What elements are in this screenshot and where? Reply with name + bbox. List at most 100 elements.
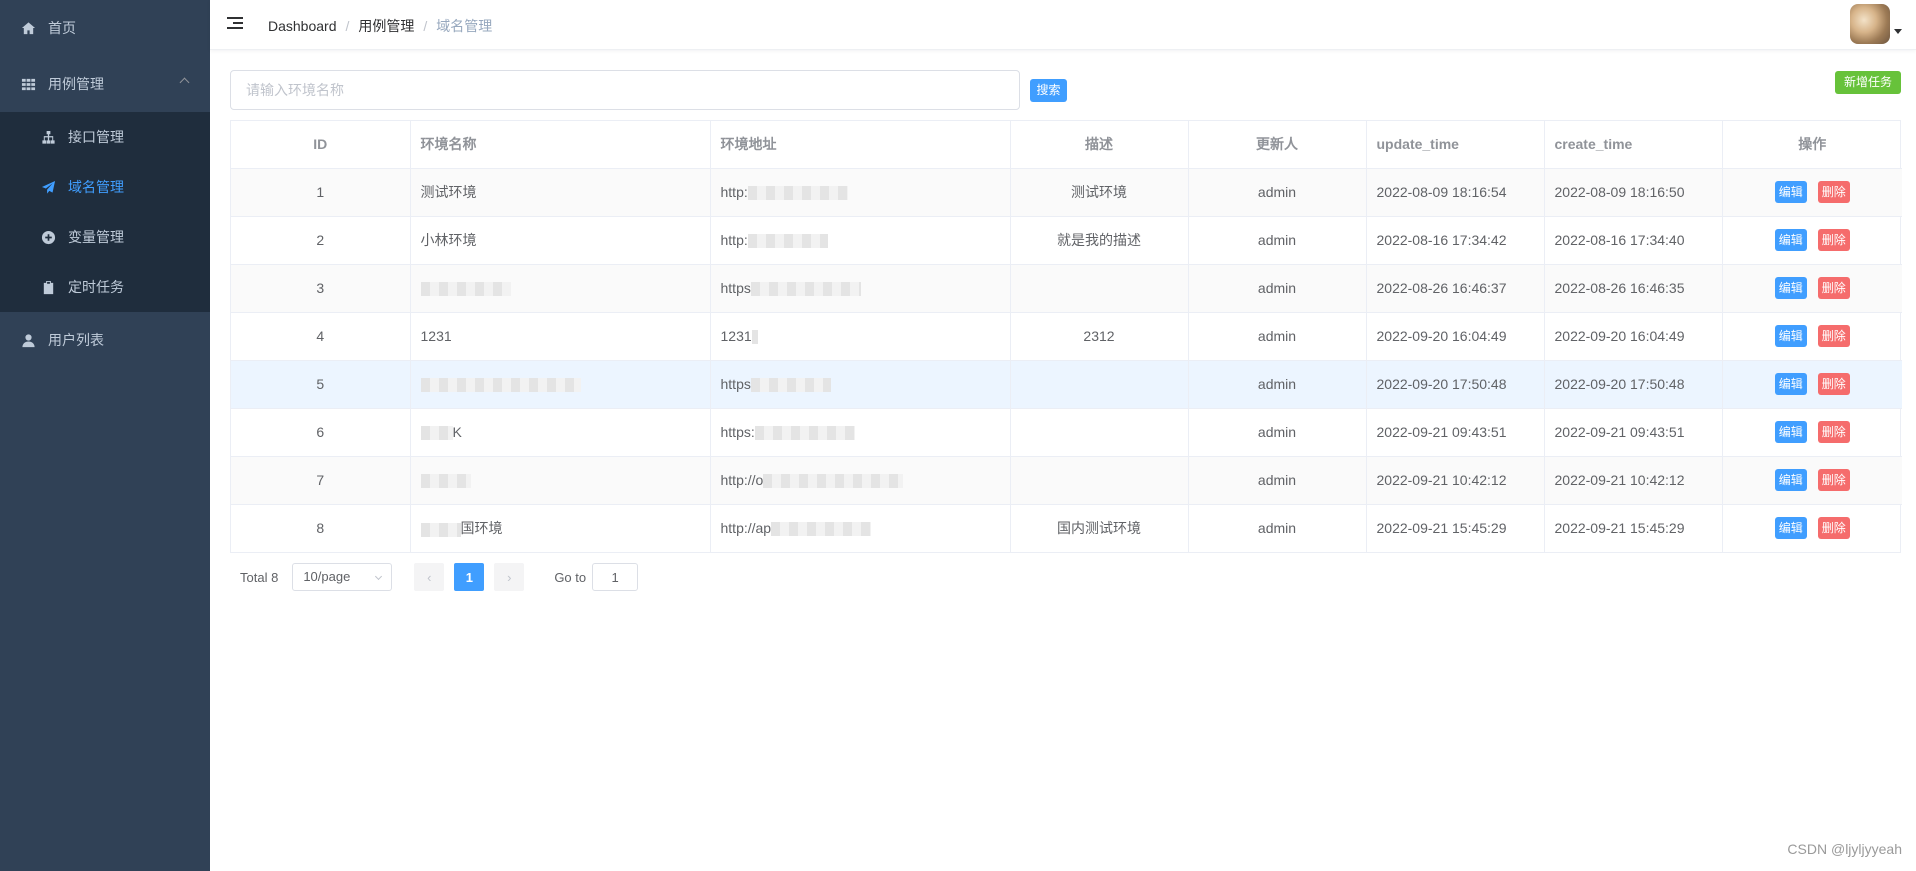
breadcrumb-case-mgmt[interactable]: 用例管理: [358, 16, 414, 36]
pagination-total: Total 8: [240, 569, 279, 585]
edit-button[interactable]: 编辑: [1774, 229, 1807, 251]
sidebar-item-domain-mgmt[interactable]: 域名管理: [0, 162, 210, 212]
cell-desc: 2312: [1010, 312, 1189, 361]
cell-env-url-text: https: [720, 375, 751, 392]
breadcrumb-separator: /: [423, 18, 428, 34]
chevron-up-icon: [179, 77, 190, 88]
column-header-update-time[interactable]: update_time: [1366, 121, 1545, 169]
cell-create-time: 2022-09-21 09:43:51: [1544, 408, 1723, 457]
watermark: CSDN @ljyljyyeah: [1787, 841, 1902, 857]
table-row[interactable]: 7 http://o admin 2022-09-21 10:42:12 2022-09…: [231, 456, 1902, 505]
edit-button[interactable]: 编辑: [1774, 277, 1807, 299]
cell-create-time: 2022-09-20 16:04:49: [1544, 312, 1723, 361]
goto-page-input[interactable]: [592, 563, 639, 591]
prev-page-button[interactable]: ‹: [414, 563, 445, 591]
page-size-select[interactable]: 10/page: [292, 563, 393, 591]
cell-id: 4: [231, 312, 411, 361]
menu-fold-icon[interactable]: [227, 16, 245, 32]
redacted-text: [750, 282, 861, 297]
redacted-text: [420, 426, 453, 441]
cell-env-url: http://ap: [710, 504, 1011, 552]
edit-button[interactable]: 编辑: [1774, 469, 1807, 491]
cell-env-name-text: 国环境: [460, 520, 503, 537]
table-row[interactable]: 1 测试环境 http: 测试环境 admin 2022-08-09 18:16:54 20…: [231, 168, 1902, 217]
breadcrumb: Dashboard / 用例管理 / 域名管理: [268, 16, 492, 36]
sidebar-item-variable-mgmt[interactable]: 变量管理: [0, 212, 210, 262]
cell-id: 7: [231, 456, 411, 505]
cell-create-time: 2022-09-21 15:45:29: [1544, 504, 1723, 552]
new-task-button[interactable]: 新增任务: [1835, 71, 1901, 94]
sidebar-item-api-mgmt[interactable]: 接口管理: [0, 112, 210, 162]
table-row[interactable]: 5 https admin 2022-09-20 17:50:48 2022-09-20…: [231, 360, 1902, 409]
cell-env-url-text: 1231: [720, 327, 752, 344]
edit-button[interactable]: 编辑: [1774, 181, 1807, 203]
home-icon: [20, 20, 36, 36]
edit-button[interactable]: 编辑: [1774, 373, 1807, 395]
table-row[interactable]: 4 1231 1231 2312 admin 2022-09-20 16:04:49 202…: [231, 312, 1902, 361]
delete-button[interactable]: 删除: [1817, 325, 1850, 347]
table-row[interactable]: 2 小林环境 http: 就是我的描述 admin 2022-08-16 17:34:42…: [231, 216, 1902, 265]
cell-desc: [1010, 264, 1189, 313]
edit-button[interactable]: 编辑: [1774, 517, 1807, 540]
delete-button[interactable]: 删除: [1817, 469, 1850, 491]
cell-env-url: http:: [710, 216, 1011, 265]
search-input[interactable]: [230, 70, 1020, 110]
sidebar-item-user-list[interactable]: 用户列表: [0, 312, 210, 368]
delete-button[interactable]: 删除: [1817, 373, 1850, 395]
edit-button[interactable]: 编辑: [1774, 421, 1807, 443]
table-row[interactable]: 6 Khttps: admin 2022-09-21 09:43:51 2022-09-…: [231, 408, 1902, 457]
column-header-env-url[interactable]: 环境地址: [710, 121, 1011, 169]
cell-update-time-text: 2022-09-21 10:42:12: [1376, 472, 1507, 488]
cell-actions: 编辑 删除: [1722, 360, 1902, 409]
cell-env-name-text: K: [452, 423, 462, 440]
avatar[interactable]: [1850, 4, 1890, 44]
paper-plane-icon: [40, 179, 56, 195]
cell-create-time: 2022-08-09 18:16:50: [1544, 168, 1723, 217]
edit-button[interactable]: 编辑: [1774, 325, 1807, 347]
cell-create-time-text: 2022-09-21 09:43:51: [1554, 424, 1685, 440]
cell-actions: 编辑 删除: [1722, 168, 1902, 217]
column-header-id[interactable]: ID: [231, 121, 411, 169]
redacted-text: [750, 378, 831, 393]
search-button[interactable]: 搜索: [1030, 79, 1067, 102]
column-header-create-time[interactable]: create_time: [1544, 121, 1723, 169]
cell-env-url: https: [710, 264, 1011, 313]
sidebar-item-home[interactable]: 首页: [0, 0, 210, 56]
user-avatar-dropdown[interactable]: [1850, 4, 1902, 44]
column-header-updater[interactable]: 更新人: [1188, 121, 1367, 169]
cell-desc: [1010, 456, 1189, 505]
sidebar-item-scheduled-task[interactable]: 定时任务: [0, 262, 210, 312]
cell-update-time-text: 2022-09-21 09:43:51: [1376, 424, 1507, 440]
page-number-button[interactable]: 1: [454, 563, 485, 591]
user-icon: [20, 332, 36, 348]
delete-button[interactable]: 删除: [1817, 517, 1850, 540]
delete-button[interactable]: 删除: [1817, 181, 1850, 203]
breadcrumb-dashboard[interactable]: Dashboard: [268, 18, 337, 34]
cell-create-time-text: 2022-09-21 10:42:12: [1554, 472, 1685, 488]
delete-button[interactable]: 删除: [1817, 229, 1850, 251]
sidebar-submenu-case-mgmt[interactable]: 用例管理: [0, 56, 210, 112]
cell-env-name: 1231: [410, 312, 711, 361]
table-row[interactable]: 3 https admin 2022-08-26 16:46:37 2022-08-26…: [231, 264, 1902, 313]
table-row[interactable]: 8 国环境 http://ap 国内测试环境 admin 2022-09-21 15:45…: [231, 504, 1902, 552]
cell-desc-text: 国内测试环境: [1057, 520, 1141, 537]
cell-env-url-text: https:: [720, 423, 755, 440]
pagination: Total 8 10/page ‹ 1 › Go to: [240, 563, 639, 591]
environment-table: ID 环境名称 环境地址 描述 更新人 update_time create_t…: [230, 120, 1902, 553]
cell-desc: [1010, 360, 1189, 409]
cell-updater: admin: [1188, 168, 1367, 217]
cell-create-time-text: 2022-08-16 17:34:40: [1554, 232, 1685, 248]
cell-updater: admin: [1188, 360, 1367, 409]
cell-updater-text: admin: [1257, 520, 1297, 537]
cell-id-text: 1: [316, 184, 325, 200]
chevron-down-icon: [375, 572, 383, 581]
column-header-desc[interactable]: 描述: [1010, 121, 1189, 169]
cell-id-text: 2: [316, 232, 325, 248]
delete-button[interactable]: 删除: [1817, 421, 1850, 443]
delete-button[interactable]: 删除: [1817, 277, 1850, 299]
next-page-button[interactable]: ›: [494, 563, 525, 591]
cell-desc: [1010, 408, 1189, 457]
column-header-env-name[interactable]: 环境名称: [410, 121, 711, 169]
cell-update-time: 2022-09-20 16:04:49: [1366, 312, 1545, 361]
cell-updater-text: admin: [1257, 232, 1297, 248]
